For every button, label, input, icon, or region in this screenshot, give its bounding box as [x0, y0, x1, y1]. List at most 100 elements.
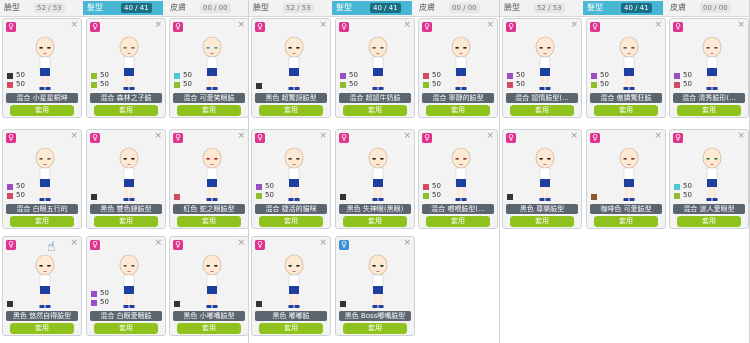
apply-button[interactable]: 套用 — [10, 216, 74, 227]
face-card[interactable]: ♀ × 50 50 混合 可愛笑眼臉 套用 — [169, 18, 249, 118]
close-icon[interactable]: × — [237, 238, 245, 248]
tab-3[interactable]: 皮膚 00 / 00 — [166, 1, 246, 15]
close-icon[interactable]: × — [737, 20, 745, 30]
close-icon[interactable]: × — [654, 20, 662, 30]
close-icon[interactable]: × — [486, 20, 494, 30]
face-card[interactable]: ♀ × 黑色 尊樂臉型 套用 — [502, 129, 582, 229]
face-card[interactable]: ♀ × 50 50 混合 清秀臉形(... 套用 — [669, 18, 749, 118]
apply-button[interactable]: 套用 — [94, 105, 158, 116]
apply-button[interactable]: 套用 — [259, 216, 323, 227]
character-figure — [119, 36, 139, 90]
close-icon[interactable]: × — [70, 20, 78, 30]
close-icon[interactable]: × — [403, 131, 411, 141]
apply-button[interactable]: 套用 — [343, 323, 407, 334]
face-card[interactable]: ♀ × 50 50 混合 捷活的貓咪 套用 — [251, 129, 331, 229]
tab-1[interactable]: 臉型 52 / 53 — [0, 1, 80, 15]
tab-1[interactable]: 臉型 52 / 53 — [500, 1, 580, 15]
face-card[interactable]: ♀ × 50 50 混合 喂喂臉型(... 套用 — [418, 129, 498, 229]
stat-line: 50 — [7, 191, 25, 200]
apply-button[interactable]: 套用 — [259, 105, 323, 116]
face-card[interactable]: ♀ × 黑色 小嘟嘴臉型 套用 — [169, 236, 249, 336]
tab-2[interactable]: 髮型 40 / 41 — [583, 1, 663, 15]
apply-button[interactable]: 套用 — [343, 216, 407, 227]
face-card[interactable]: ♀ × 50 50 混合 認情臉型(... 套用 — [502, 18, 582, 118]
apply-button[interactable]: 套用 — [677, 105, 741, 116]
apply-button[interactable]: 套用 — [677, 216, 741, 227]
apply-button[interactable]: 套用 — [177, 105, 241, 116]
character-preview — [200, 253, 224, 311]
tab-3[interactable]: 皮膚 00 / 00 — [415, 1, 495, 15]
face-card[interactable]: ♀ × 50 50 混合 迷人愛眼型 套用 — [669, 129, 749, 229]
close-icon[interactable]: × — [486, 131, 494, 141]
tab-2[interactable]: 髮型 40 / 41 — [83, 1, 163, 15]
apply-button[interactable]: 套用 — [426, 105, 490, 116]
face-card[interactable]: ♀ × 50 50 混合 森林之子臉 套用 — [86, 18, 166, 118]
close-icon[interactable]: × — [319, 238, 327, 248]
stat-value: 50 — [683, 80, 692, 88]
apply-button[interactable]: 套用 — [594, 216, 658, 227]
apply-button[interactable]: 套用 — [10, 105, 74, 116]
close-icon[interactable]: × — [154, 238, 162, 248]
close-icon[interactable]: × — [403, 238, 411, 248]
stat-line: 50 — [7, 182, 25, 191]
color-stats: 50 50 — [174, 71, 192, 89]
close-icon[interactable]: × — [319, 20, 327, 30]
apply-button[interactable]: 套用 — [94, 216, 158, 227]
face-name: 黑色 嘟嘟臉 — [255, 311, 327, 321]
close-icon[interactable]: × — [70, 131, 78, 141]
face-card[interactable]: ♀ × 50 50 混合 白眼五行的 套用 — [2, 129, 82, 229]
color-stats: 50 50 — [91, 289, 109, 307]
close-icon[interactable]: × — [154, 20, 162, 30]
close-icon[interactable]: × — [154, 131, 162, 141]
apply-button[interactable]: 套用 — [259, 323, 323, 334]
character-figure — [284, 147, 304, 201]
tab-label: 皮膚 — [170, 3, 186, 12]
apply-button[interactable]: 套用 — [177, 323, 241, 334]
stat-line: 50 — [507, 71, 525, 80]
color-swatch — [340, 72, 346, 79]
close-icon[interactable]: × — [319, 131, 327, 141]
apply-button[interactable]: 套用 — [10, 323, 74, 334]
tab-2[interactable]: 髮型 40 / 41 — [332, 1, 412, 15]
close-icon[interactable]: × — [737, 131, 745, 141]
color-swatch — [174, 81, 180, 88]
face-card[interactable]: ♀ × 50 50 混合 小星星桐坤 套用 — [2, 18, 82, 118]
face-card[interactable]: ♀ × 咖啡色 可愛臉型 套用 — [586, 129, 666, 229]
face-card[interactable]: ♀ × 黑色 超驚訝臉型 套用 — [251, 18, 331, 118]
apply-button[interactable]: 套用 — [594, 105, 658, 116]
tab-3[interactable]: 皮膚 00 / 00 — [666, 1, 746, 15]
gender-female-icon: ♀ — [90, 240, 100, 250]
color-stats: 50 50 — [7, 182, 25, 200]
close-icon[interactable]: × — [654, 131, 662, 141]
face-card[interactable]: ♀ × 黑色 雙色鏈臉型 套用 — [86, 129, 166, 229]
face-card[interactable]: ♀ × 黑色 失神眼(黑眼) 套用 — [335, 129, 415, 229]
stat-line: 50 — [340, 80, 358, 89]
color-swatch — [674, 192, 680, 199]
gender-female-icon: ♀ — [255, 22, 265, 32]
face-card[interactable]: ♀ × 黑色 嘟嘟臉 套用 — [251, 236, 331, 336]
face-card[interactable]: ♀ × 50 50 混合 白眼愛睏臉 套用 — [86, 236, 166, 336]
close-icon[interactable]: × — [570, 20, 578, 30]
color-swatch — [423, 183, 429, 190]
face-card[interactable]: ♀ × 黑色 Boss嘟嘴臉型 套用 — [335, 236, 415, 336]
close-icon[interactable]: × — [70, 238, 78, 248]
close-icon[interactable]: × — [237, 131, 245, 141]
apply-button[interactable]: 套用 — [343, 105, 407, 116]
color-stats: 50 50 — [674, 71, 692, 89]
apply-button[interactable]: 套用 — [510, 216, 574, 227]
close-icon[interactable]: × — [570, 131, 578, 141]
apply-button[interactable]: 套用 — [177, 216, 241, 227]
face-card[interactable]: ♀ × 黑色 悠然自得臉型 套用 ☝ — [2, 236, 82, 336]
face-card[interactable]: ♀ × 50 50 混合 寧靜的臉型 套用 — [418, 18, 498, 118]
face-card[interactable]: ♀ × 紅色 蛇之眼臉型 套用 — [169, 129, 249, 229]
face-card[interactable]: ♀ × 50 50 混合 傲嬌驚狂臉 套用 — [586, 18, 666, 118]
color-stats — [340, 192, 349, 201]
close-icon[interactable]: × — [403, 20, 411, 30]
face-card[interactable]: ♀ × 50 50 混合 超認牛奶臉 套用 — [335, 18, 415, 118]
apply-button[interactable]: 套用 — [510, 105, 574, 116]
close-icon[interactable]: × — [237, 20, 245, 30]
tab-1[interactable]: 臉型 52 / 53 — [249, 1, 329, 15]
apply-button[interactable]: 套用 — [94, 323, 158, 334]
color-swatch — [674, 72, 680, 79]
apply-button[interactable]: 套用 — [426, 216, 490, 227]
